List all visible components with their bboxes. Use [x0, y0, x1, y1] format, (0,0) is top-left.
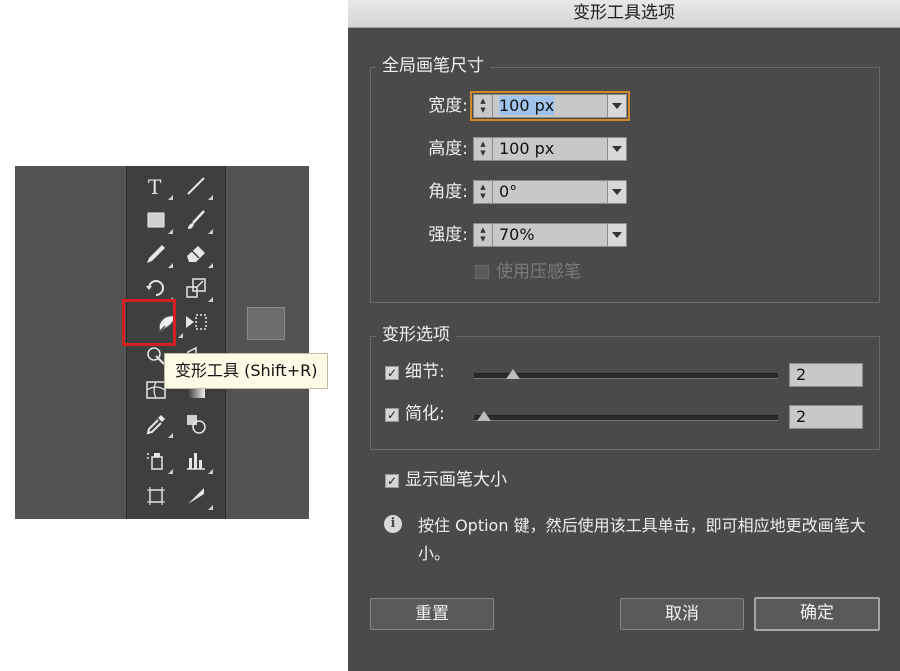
height-combo[interactable]: ▲ ▼ 100 px	[473, 137, 627, 161]
global-brush-group-title: 全局画笔尺寸	[376, 55, 490, 77]
angle-stepper[interactable]: ▲ ▼	[473, 180, 493, 204]
line-segment-icon[interactable]	[181, 172, 213, 200]
pencil-icon[interactable]	[141, 240, 173, 268]
warp-tool-options-dialog: 变形工具选项 全局画笔尺寸 宽度: ▲ ▼ 100 px 高度: ▲ ▼ 100 p…	[348, 0, 900, 671]
simplify-value-input[interactable]: 2	[789, 405, 863, 429]
rectangle-icon[interactable]	[141, 206, 173, 234]
intensity-label: 强度:	[428, 225, 468, 245]
rotate-icon[interactable]	[141, 274, 173, 302]
intensity-stepper[interactable]: ▲ ▼	[473, 223, 493, 247]
artboard-icon[interactable]	[141, 482, 171, 510]
angle-label: 角度:	[428, 182, 468, 202]
info-text: 按住 Option 键，然后使用该工具单击，即可相应地更改画笔大小。	[418, 516, 866, 563]
warp-tool-button[interactable]	[247, 307, 285, 340]
use-pressure-pen-checkbox[interactable]	[475, 265, 489, 279]
free-transform-icon[interactable]	[181, 308, 211, 336]
scale-icon[interactable]	[181, 274, 213, 302]
height-stepper[interactable]: ▲ ▼	[473, 137, 493, 161]
column-graph-icon[interactable]	[181, 446, 213, 474]
simplify-slider-thumb[interactable]	[477, 411, 491, 421]
width-combo[interactable]: ▲ ▼ 100 px	[470, 91, 630, 121]
type-icon[interactable]: T	[141, 172, 173, 200]
width-dropdown-arrow[interactable]	[607, 94, 627, 118]
simplify-label: 简化:	[405, 404, 445, 424]
angle-input[interactable]: 0°	[493, 180, 607, 204]
width-stepper[interactable]: ▲ ▼	[473, 94, 493, 118]
use-pressure-pen-label: 使用压感笔	[496, 262, 581, 282]
intensity-input[interactable]: 70%	[493, 223, 607, 247]
tools-panel-background: T	[15, 166, 309, 519]
angle-dropdown-arrow[interactable]	[607, 180, 627, 204]
eyedropper-icon[interactable]	[141, 410, 173, 438]
svg-text:T: T	[148, 175, 162, 198]
simplify-slider[interactable]	[474, 415, 778, 421]
reset-button[interactable]: 重置	[370, 598, 494, 630]
detail-label: 细节:	[405, 362, 445, 382]
show-brush-size-label: 显示画笔大小	[405, 470, 507, 490]
warp-tool-highlight	[122, 299, 176, 346]
show-brush-size-checkbox[interactable]: ✓	[385, 474, 399, 488]
height-label: 高度:	[428, 139, 468, 159]
detail-checkbox[interactable]: ✓	[385, 366, 399, 380]
slice-icon[interactable]	[181, 482, 213, 510]
eraser-icon[interactable]	[181, 240, 213, 268]
dialog-title: 变形工具选项	[348, 0, 900, 28]
symbol-sprayer-icon[interactable]	[141, 446, 173, 474]
ok-button[interactable]: 确定	[754, 597, 880, 631]
detail-slider-thumb[interactable]	[506, 369, 520, 379]
info-icon: i	[384, 515, 402, 533]
width-label: 宽度:	[428, 96, 468, 116]
cancel-button[interactable]: 取消	[620, 598, 744, 630]
height-dropdown-arrow[interactable]	[607, 137, 627, 161]
simplify-checkbox[interactable]: ✓	[385, 408, 399, 422]
blend-icon[interactable]	[181, 410, 211, 438]
detail-value-input[interactable]: 2	[789, 363, 863, 387]
intensity-dropdown-arrow[interactable]	[607, 223, 627, 247]
warp-options-group	[370, 336, 880, 450]
angle-combo[interactable]: ▲ ▼ 0°	[473, 180, 627, 204]
paintbrush-icon[interactable]	[181, 206, 213, 234]
intensity-combo[interactable]: ▲ ▼ 70%	[473, 223, 627, 247]
height-input[interactable]: 100 px	[493, 137, 607, 161]
width-input[interactable]: 100 px	[493, 94, 607, 118]
warp-options-group-title: 变形选项	[376, 324, 456, 346]
warp-tool-tooltip: 变形工具 (Shift+R)	[164, 353, 329, 389]
